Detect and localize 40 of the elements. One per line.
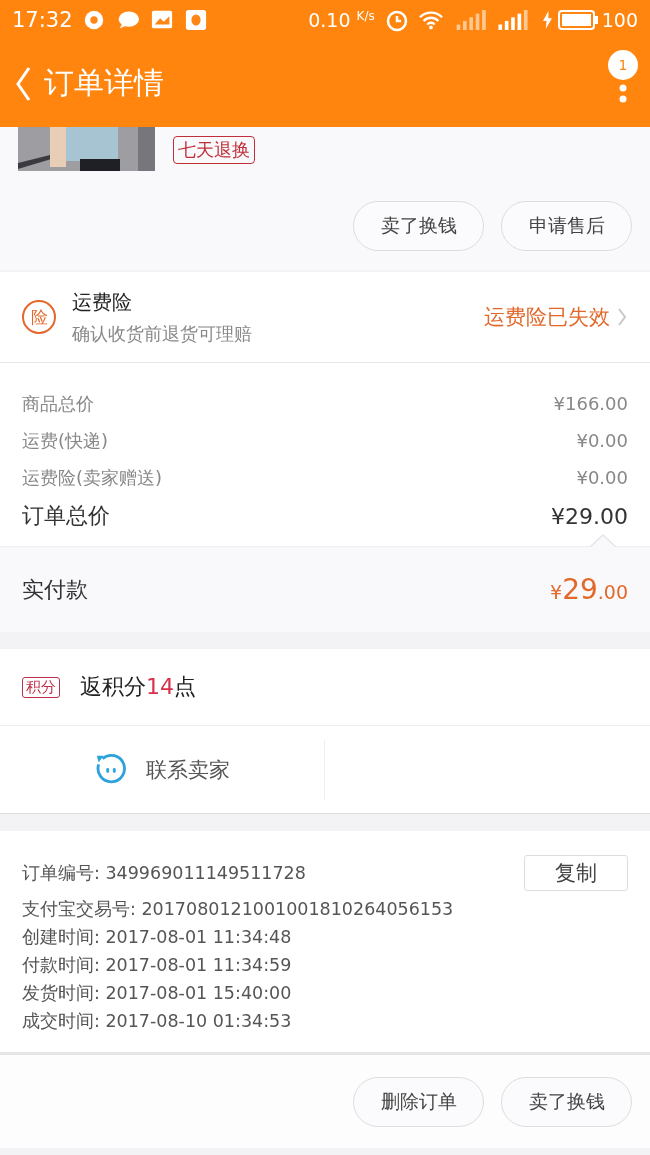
notification-badge: 1: [608, 49, 638, 80]
paid-label: 实付款: [22, 575, 88, 604]
info-text: 订单编号: 349969011149511728: [22, 862, 306, 885]
info-text: 发货时间: 2017-08-01 15:40:00: [22, 982, 292, 1005]
network-speed: 0.10 $^{K/s}$: [308, 8, 375, 32]
return-policy-tag: 七天退换: [173, 136, 255, 164]
more-icon[interactable]: [619, 83, 627, 103]
points-tag: 积分: [22, 676, 60, 698]
copy-button[interactable]: 复制: [524, 855, 628, 891]
price-label: 运费(快递): [22, 428, 109, 453]
chevron-right-icon[interactable]: [616, 307, 628, 327]
insurance-subtitle: 确认收货前退货可理赔: [72, 321, 252, 346]
aperture-icon: [82, 9, 105, 31]
status-time: 17:32: [12, 8, 73, 32]
action-button[interactable]: 删除订单: [353, 1076, 484, 1127]
info-text: 支付宝交易号: 2017080121001001810264056153: [22, 898, 454, 921]
alarm-icon: [384, 8, 409, 32]
points-text: 返积分14点: [80, 673, 196, 701]
insurance-title: 运费险: [72, 288, 133, 316]
action-button[interactable]: 卖了换钱: [501, 1076, 632, 1127]
price-value: ¥166.00: [553, 393, 628, 414]
price-label: 订单总价: [22, 502, 110, 530]
price-value: ¥29.00: [551, 503, 628, 529]
action-button[interactable]: 申请售后: [501, 201, 632, 251]
insurance-icon: 险: [22, 300, 56, 334]
page-title: 订单详情: [44, 64, 164, 102]
price-label: 商品总价: [22, 391, 94, 416]
price-value: ¥0.00: [576, 430, 628, 451]
battery-icon: [557, 10, 598, 30]
price-value: ¥0.00: [576, 467, 628, 488]
charging-icon: [542, 11, 552, 29]
paid-amount: ¥29.00: [550, 573, 628, 606]
info-text: 创建时间: 2017-08-01 11:34:48: [22, 926, 292, 949]
chat-bubble-icon: [116, 9, 139, 31]
info-text: 付款时间: 2017-08-01 11:34:59: [22, 954, 292, 977]
image-icon: [150, 9, 173, 31]
price-label: 运费险(卖家赠送): [22, 465, 163, 490]
action-button[interactable]: 卖了换钱: [353, 201, 484, 251]
battery-level: 100: [601, 9, 638, 31]
info-text: 成交时间: 2017-08-10 01:34:53: [22, 1010, 292, 1033]
